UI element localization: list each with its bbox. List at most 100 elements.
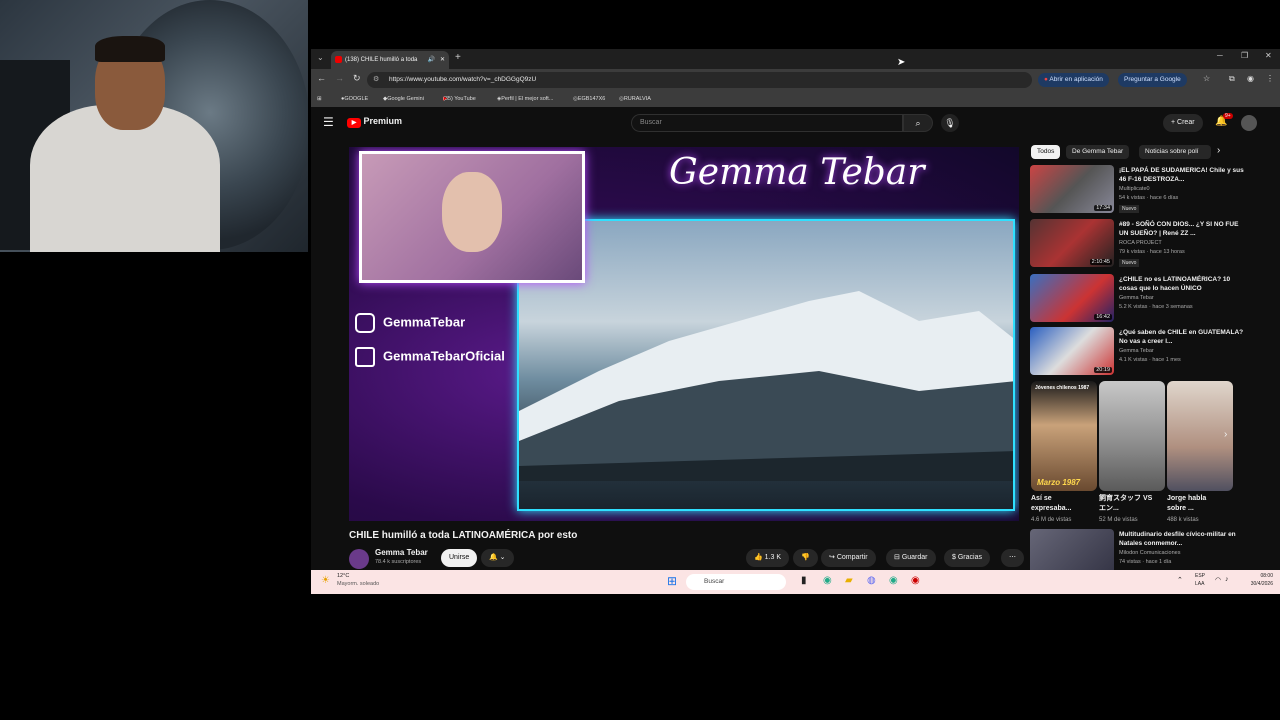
thanks-button[interactable]: $ Gracias [944, 549, 990, 567]
video-title: CHILE humilló a toda LATINOAMÉRICA por e… [349, 530, 578, 541]
keyboard-indicator[interactable]: LAA [1195, 581, 1204, 587]
list-item[interactable]: 2:10:45 #89 - SOÑÓ CON DIOS... ¿Y SI NO … [1030, 219, 1260, 269]
maximize-button[interactable]: ❐ [1241, 51, 1248, 60]
bookmark-google[interactable]: ● GOOGLE [341, 91, 368, 107]
tray-chevron-icon[interactable]: ⌃ [1177, 576, 1183, 584]
chrome2-icon[interactable]: ◉ [889, 575, 898, 586]
subscribed-bell-button[interactable]: 🔔 ⌄ [481, 549, 514, 567]
clock-time[interactable]: 08:00 [1241, 573, 1273, 579]
url-field[interactable]: ⚙ https://www.youtube.com/watch?v=_chDGG… [367, 72, 1032, 88]
rec-views: 74 vistas · hace 1 día [1119, 559, 1172, 565]
open-in-app-button[interactable]: ● Abrir en aplicación [1038, 73, 1109, 87]
instagram-icon [355, 313, 375, 333]
like-button[interactable]: 👍 1.3 K [746, 549, 790, 567]
create-button[interactable]: + Crear [1163, 114, 1203, 132]
forward-button[interactable]: → [335, 73, 344, 83]
video-player[interactable]: Gemma Tebar GemmaTebar GemmaTebarOficial [349, 147, 1019, 521]
notifications-button[interactable]: 🔔 9+ [1215, 113, 1233, 127]
bookmark-star-icon[interactable]: ☆ [1203, 74, 1210, 83]
rec-channel: Milodon Comunicaciones [1119, 550, 1181, 556]
profile-icon[interactable]: ◉ [1247, 74, 1254, 83]
rec-title: ¡EL PAPÁ DE SUDAMERICA! Chile y sus 46 F… [1119, 167, 1244, 183]
duration-badge: 20:19 [1094, 367, 1112, 373]
save-button[interactable]: ⊟ Guardar [886, 549, 936, 567]
bookmark-label: Google Gemini [387, 96, 424, 102]
close-window-button[interactable]: ✕ [1265, 51, 1272, 60]
site-info-icon[interactable]: ⚙ [373, 72, 379, 88]
tab-search-icon[interactable]: ⌄ [317, 53, 324, 62]
more-actions-button[interactable]: ⋯ [1001, 549, 1024, 567]
ask-google-button[interactable]: Preguntar a Google [1118, 73, 1187, 87]
chrome-icon[interactable]: ◉ [823, 575, 832, 586]
webcam-overlay [0, 0, 308, 252]
tiktok-handle: GemmaTebarOficial [355, 347, 505, 367]
create-label: Crear [1177, 119, 1195, 126]
bookmark-perfil[interactable]: ◈ Perfil | El mejor soft... [497, 91, 553, 107]
bookmark-ruralvia[interactable]: ◎ RURALVIA [619, 91, 651, 107]
youtube-play-icon: ▶ [347, 118, 361, 128]
thumbs-up-icon: 👍 [754, 554, 763, 561]
streamer-face [442, 172, 502, 252]
share-icon: ↪ [829, 554, 835, 561]
subscriber-count: 78.4 k suscriptores [375, 559, 422, 565]
discord-icon[interactable]: ◍ [867, 575, 876, 586]
new-tab-button[interactable]: + [455, 52, 461, 63]
taskbar-search-text: Buscar [704, 578, 725, 585]
search-input[interactable]: Buscar [631, 114, 903, 132]
task-view-icon[interactable]: ▮ [801, 575, 807, 586]
youtube-logo[interactable]: ▶ Premium [347, 116, 402, 128]
language-indicator[interactable]: ESP [1195, 573, 1205, 579]
bookmarks-bar: ⊞ ● GOOGLE ◆ Google Gemini ▶ (35) YouTub… [311, 91, 1280, 107]
chip-news[interactable]: Noticias sobre polí [1139, 145, 1211, 159]
back-button[interactable]: ← [317, 73, 326, 83]
mic-button[interactable]: 🎙 [941, 114, 959, 132]
browser-window: ⌄ (138) CHILE humilló a toda 🔊 ✕ + ➤ ─ ❐… [311, 49, 1280, 594]
short-title: Así se expresaba... [1031, 495, 1072, 512]
bookmark-gemini[interactable]: ◆ Google Gemini [383, 91, 424, 107]
dislike-button[interactable]: 👎 [793, 549, 818, 567]
open-in-app-label: Abrir en aplicación [1049, 76, 1103, 83]
share-button[interactable]: ↪ Compartir [821, 549, 876, 567]
search-button[interactable]: ⌕ [903, 114, 933, 132]
like-count: 1.3 K [764, 554, 782, 561]
minimize-button[interactable]: ─ [1217, 51, 1223, 60]
volume-icon[interactable]: ♪ [1225, 576, 1229, 583]
clock-date[interactable]: 30/4/2026 [1241, 581, 1273, 587]
rec-title: #89 - SOÑÓ CON DIOS... ¿Y SI NO FUE UN S… [1119, 221, 1239, 237]
chip-label: Noticias sobre polí [1145, 148, 1199, 155]
taskbar-search[interactable]: Buscar [686, 574, 786, 590]
list-item[interactable]: 16:42 ¿CHILE no es LATINOAMÉRICA? 10 cos… [1030, 274, 1260, 324]
list-item[interactable]: 20:19 ¿Qué saben de CHILE en GUATEMALA? … [1030, 327, 1260, 377]
chip-all[interactable]: Todos [1031, 145, 1061, 159]
menu-icon[interactable]: ⋮ [1266, 74, 1274, 83]
extensions-icon[interactable]: ⧉ [1229, 74, 1235, 84]
short-card[interactable] [1099, 381, 1165, 491]
shorts-next-icon[interactable]: › [1224, 429, 1227, 440]
app-icon[interactable]: ◉ [911, 575, 920, 586]
chevron-right-icon[interactable]: › [1217, 145, 1220, 156]
account-avatar[interactable] [1241, 115, 1257, 131]
network-icon[interactable]: ◠ [1215, 576, 1221, 584]
browser-tab[interactable]: (138) CHILE humilló a toda 🔊 ✕ [331, 51, 449, 69]
rec-title: Multitudinario desfile cívico-militar en… [1119, 531, 1236, 547]
channel-avatar[interactable] [349, 549, 369, 569]
weather-icon[interactable]: ☀ [321, 575, 330, 586]
channel-name[interactable]: Gemma Tebar [375, 548, 428, 557]
bookmark-label: EGB147X6 [577, 96, 606, 102]
short-card[interactable]: Jóvenes chilenos 1987 Marzo 1987 [1031, 381, 1097, 491]
more-icon: ⋯ [1009, 554, 1016, 561]
chip-label: Todos [1037, 148, 1055, 155]
tab-close-icon[interactable]: ✕ [440, 51, 445, 69]
hamburger-menu-icon[interactable]: ☰ [323, 115, 334, 129]
chip-from-channel[interactable]: De Gemma Tebar [1066, 145, 1130, 159]
instagram-handle: GemmaTebar [355, 313, 465, 333]
folder-icon[interactable]: ▰ [845, 575, 853, 586]
list-item[interactable]: 17:34 ¡EL PAPÁ DE SUDAMERICA! Chile y su… [1030, 165, 1260, 215]
join-button[interactable]: Unirse [441, 549, 478, 567]
person-hair [95, 36, 165, 62]
bookmark-egb[interactable]: ◎ EGB147X6 [573, 91, 605, 107]
apps-icon[interactable]: ⊞ [317, 91, 322, 107]
reload-button[interactable]: ↻ [353, 73, 361, 84]
windows-start-icon[interactable]: ⊞ [667, 574, 677, 588]
speaker-icon[interactable]: 🔊 [428, 51, 435, 69]
